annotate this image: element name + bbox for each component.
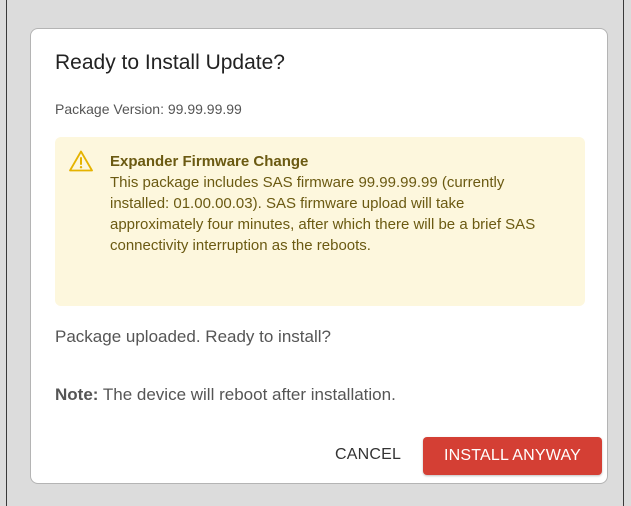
- upload-status-text: Package uploaded. Ready to install?: [55, 327, 331, 346]
- cancel-button[interactable]: CANCEL: [321, 437, 415, 473]
- background-frame-edge: [6, 0, 7, 506]
- note-text: The device will reboot after installatio…: [102, 385, 396, 404]
- package-version-label: Package Version:: [55, 101, 164, 117]
- warning-content: Expander Firmware Change This package in…: [110, 151, 550, 256]
- dialog-title: Ready to Install Update?: [55, 51, 285, 74]
- note-label: Note:: [55, 385, 99, 404]
- package-version: Package Version: 99.99.99.99: [55, 101, 242, 117]
- background-frame-edge: [623, 0, 624, 506]
- warning-body: This package includes SAS firmware 99.99…: [110, 174, 536, 254]
- warning-heading: Expander Firmware Change: [110, 153, 309, 170]
- warning-triangle-icon: [69, 150, 93, 172]
- firmware-warning-alert: Expander Firmware Change This package in…: [55, 137, 585, 306]
- reboot-note: Note: The device will reboot after insta…: [55, 385, 396, 405]
- install-update-dialog: Ready to Install Update? Package Version…: [30, 28, 608, 484]
- install-anyway-button[interactable]: INSTALL ANYWAY: [423, 437, 602, 475]
- package-version-value: 99.99.99.99: [167, 101, 242, 117]
